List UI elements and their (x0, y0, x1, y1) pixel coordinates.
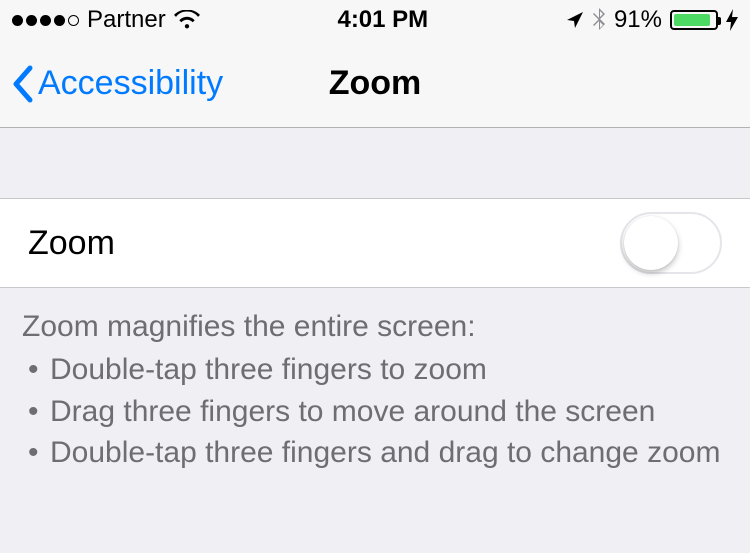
status-bar: Partner 4:01 PM 91% (0, 0, 750, 40)
switch-knob (624, 216, 678, 270)
footer-title: Zoom magnifies the entire screen: (22, 306, 728, 347)
status-right: 91% (566, 6, 738, 34)
battery-icon (670, 10, 718, 30)
nav-bar: Accessibility Zoom (0, 40, 750, 128)
back-label: Accessibility (38, 64, 223, 103)
footer-item: Double-tap three fingers to zoom (22, 349, 728, 390)
footer-item: Double-tap three fingers and drag to cha… (22, 432, 728, 473)
section-spacer (0, 128, 750, 198)
carrier-label: Partner (87, 6, 166, 34)
battery-percent: 91% (614, 6, 662, 34)
signal-strength-icon (12, 15, 79, 26)
zoom-toggle-cell: Zoom (0, 198, 750, 288)
wifi-icon (174, 10, 200, 30)
zoom-toggle-switch[interactable] (620, 212, 722, 274)
zoom-toggle-label: Zoom (28, 224, 115, 263)
charging-icon (726, 9, 738, 31)
chevron-left-icon (10, 64, 34, 104)
footer-help-text: Zoom magnifies the entire screen: Double… (0, 288, 750, 474)
footer-item: Drag three fingers to move around the sc… (22, 391, 728, 432)
location-icon (566, 11, 584, 29)
status-time: 4:01 PM (337, 6, 428, 34)
footer-list: Double-tap three fingers to zoom Drag th… (22, 349, 728, 473)
status-left: Partner (12, 6, 200, 34)
bluetooth-icon (592, 8, 606, 32)
back-button[interactable]: Accessibility (0, 64, 223, 104)
